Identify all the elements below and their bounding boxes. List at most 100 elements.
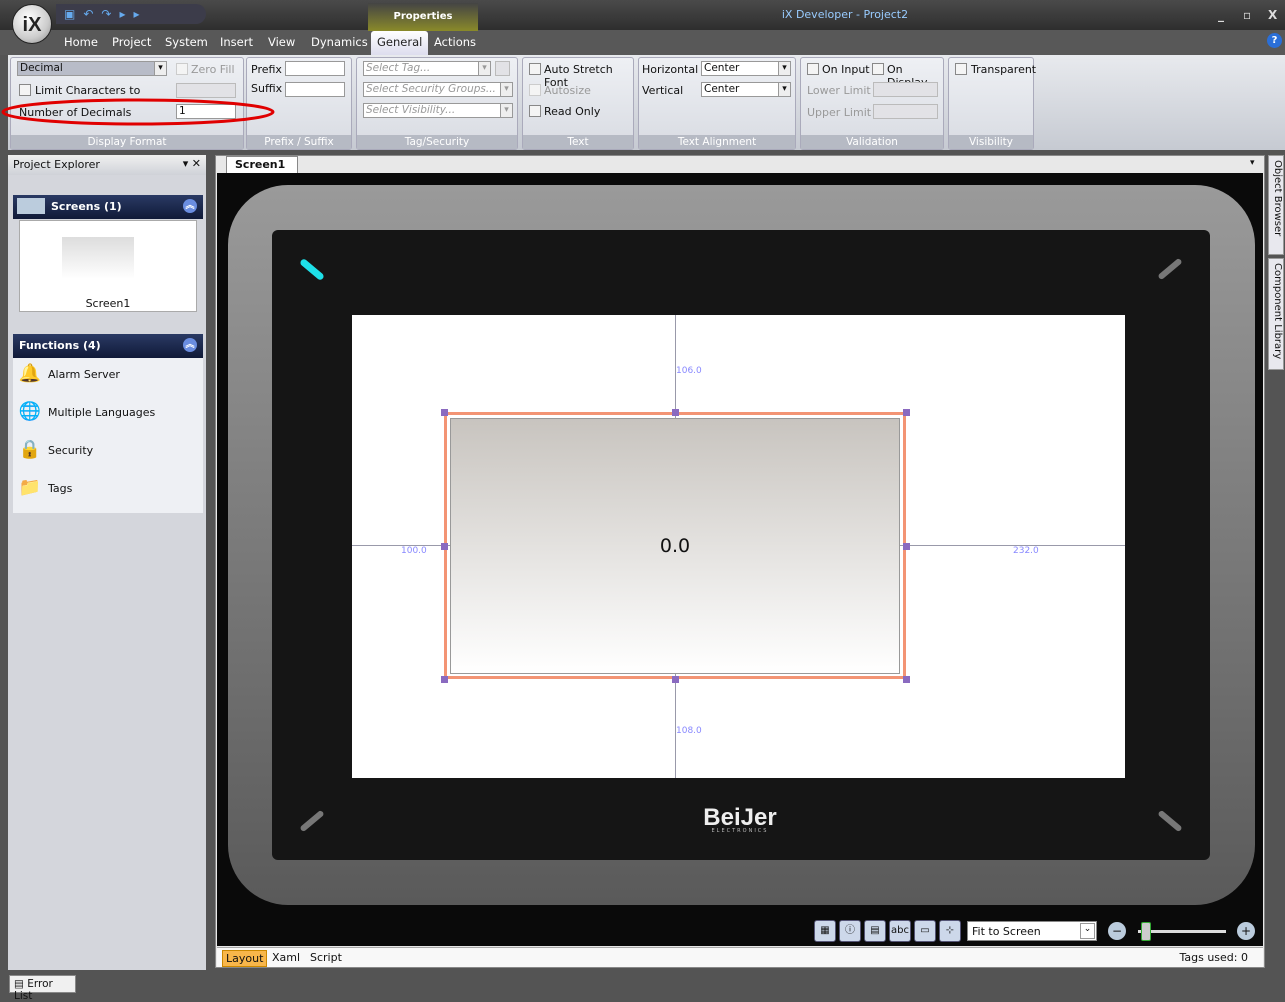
auto-stretch-font-checkbox[interactable]	[529, 63, 541, 75]
text-abc-icon[interactable]: abc	[889, 920, 911, 942]
tab-general[interactable]: General	[371, 31, 429, 55]
resize-handle[interactable]	[672, 676, 679, 683]
resize-handle[interactable]	[903, 676, 910, 683]
zero-fill-checkbox[interactable]	[176, 63, 188, 75]
screen-icon[interactable]: ▭	[914, 920, 936, 942]
project-explorer-panel: Project Explorer ▾ ✕ Screens (1) ︽ Screen1…	[8, 155, 206, 970]
horizontal-dropdown[interactable]: Center	[701, 61, 791, 76]
suffix-input[interactable]	[285, 82, 345, 97]
help-icon[interactable]: ?	[1267, 33, 1282, 48]
group-label: Text	[523, 135, 633, 149]
comment-icon[interactable]: ▤	[864, 920, 886, 942]
side-tab-component-library[interactable]: Component Library	[1268, 258, 1284, 370]
close-panel-icon[interactable]: ▾ ✕	[183, 157, 201, 170]
transparent-label: Transparent	[971, 63, 1037, 76]
zoom-slider[interactable]	[1138, 930, 1226, 933]
fit-icon[interactable]: ⊹	[939, 920, 961, 942]
functions-section-header[interactable]: Functions (4) ︽	[13, 334, 203, 358]
zero-fill-label: Zero Fill	[191, 63, 235, 76]
horizontal-label: Horizontal	[642, 63, 699, 76]
group-tag-security: Select Tag... Select Security Groups... …	[356, 57, 518, 150]
tags-used-status: Tags used: 0	[1179, 951, 1248, 964]
lower-limit-input[interactable]	[873, 82, 938, 97]
visibility-dropdown[interactable]: Select Visibility...	[363, 103, 513, 118]
on-input-label: On Input	[822, 63, 870, 76]
tag-browse-button[interactable]	[495, 61, 510, 76]
transparent-checkbox[interactable]	[955, 63, 967, 75]
tab-insert[interactable]: Insert	[220, 35, 253, 49]
on-input-checkbox[interactable]	[807, 63, 819, 75]
resize-handle[interactable]	[903, 409, 910, 416]
guide-label-left: 100.0	[401, 546, 427, 556]
zoom-in-icon[interactable]: +	[1237, 922, 1255, 940]
collapse-icon[interactable]: ︽	[183, 199, 197, 213]
function-multiple-languages[interactable]: 🌐 Multiple Languages	[18, 401, 155, 425]
autosize-label: Autosize	[544, 84, 591, 97]
tab-home[interactable]: Home	[64, 35, 98, 49]
tab-view[interactable]: View	[268, 35, 295, 49]
view-tab-layout[interactable]: Layout	[222, 950, 268, 967]
error-list-tab[interactable]: ▤ Error List	[9, 975, 76, 1002]
folder-icon: 📁	[18, 477, 42, 498]
zoom-mode-dropdown[interactable]: Fit to Screen ⌄	[967, 921, 1097, 941]
view-tab-script[interactable]: Script	[307, 950, 345, 965]
error-list-icon: ▤	[14, 978, 24, 990]
function-alarm-server[interactable]: 🔔 Alarm Server	[18, 363, 120, 387]
function-security[interactable]: 🔒 Security	[18, 439, 93, 463]
lower-limit-label: Lower Limit	[807, 84, 871, 97]
prefix-input[interactable]	[285, 61, 345, 76]
close-button[interactable]: X	[1268, 8, 1277, 22]
resize-handle[interactable]	[672, 409, 679, 416]
object-value: 0.0	[659, 535, 691, 557]
group-text: Auto Stretch Font Autosize Read Only Tex…	[522, 57, 634, 150]
upper-limit-input[interactable]	[873, 104, 938, 119]
vertical-dropdown[interactable]: Center	[701, 82, 791, 97]
limit-characters-checkbox[interactable]	[19, 84, 31, 96]
zoom-slider-handle[interactable]	[1141, 922, 1151, 941]
security-groups-dropdown[interactable]: Select Security Groups...	[363, 82, 513, 97]
function-tags[interactable]: 📁 Tags	[18, 477, 73, 501]
group-label: Visibility	[949, 135, 1033, 149]
screens-section-header[interactable]: Screens (1) ︽	[13, 195, 203, 219]
read-only-label: Read Only	[544, 105, 601, 118]
globe-icon: 🌐	[18, 401, 42, 422]
guide-label-right: 232.0	[1013, 546, 1039, 556]
group-label: Text Alignment	[639, 135, 795, 149]
project-explorer-header: Project Explorer ▾ ✕	[8, 155, 206, 175]
resize-handle[interactable]	[441, 676, 448, 683]
tab-actions[interactable]: Actions	[434, 35, 476, 49]
thumbnail-preview	[62, 237, 134, 279]
quick-access-toolbar[interactable]: ▣↶↷▸▸	[56, 4, 206, 24]
resize-handle[interactable]	[441, 543, 448, 550]
resize-handle[interactable]	[903, 543, 910, 550]
resize-handle[interactable]	[441, 409, 448, 416]
format-dropdown[interactable]: Decimal	[17, 61, 167, 76]
vertical-label: Vertical	[642, 84, 684, 97]
info-tooltip-icon[interactable]: ⓘ	[839, 920, 861, 942]
maximize-button[interactable]: ▫	[1243, 8, 1251, 22]
side-tab-object-browser[interactable]: Object Browser	[1268, 155, 1284, 255]
select-tag-dropdown[interactable]: Select Tag...	[363, 61, 491, 76]
autosize-checkbox[interactable]	[529, 84, 541, 96]
tab-project[interactable]: Project	[112, 35, 151, 49]
group-text-alignment: Horizontal Center Vertical Center Text A…	[638, 57, 796, 150]
view-tab-xaml[interactable]: Xaml	[269, 950, 303, 965]
editor-bottom-bar: Layout Xaml Script Tags used: 0	[217, 947, 1263, 967]
minimize-button[interactable]: _	[1218, 8, 1224, 22]
app-menu-button[interactable]: iX	[12, 4, 52, 44]
guide-label-bottom: 108.0	[676, 726, 702, 736]
upper-limit-label: Upper Limit	[807, 106, 872, 119]
grid-tool-icon[interactable]: ▦	[814, 920, 836, 942]
on-display-checkbox[interactable]	[872, 63, 884, 75]
suffix-label: Suffix	[251, 82, 283, 95]
tab-system[interactable]: System	[165, 35, 208, 49]
tab-dynamics[interactable]: Dynamics	[311, 35, 368, 49]
analog-numeric-object[interactable]: 0.0	[450, 418, 900, 674]
lock-icon: 🔒	[18, 439, 42, 460]
screen-thumbnail[interactable]: Screen1	[19, 220, 197, 312]
zoom-out-icon[interactable]: −	[1108, 922, 1126, 940]
tab-list-dropdown[interactable]: ▾	[1250, 158, 1255, 168]
tab-screen1[interactable]: Screen1 ×	[226, 156, 298, 184]
read-only-checkbox[interactable]	[529, 105, 541, 117]
collapse-icon[interactable]: ︽	[183, 338, 197, 352]
